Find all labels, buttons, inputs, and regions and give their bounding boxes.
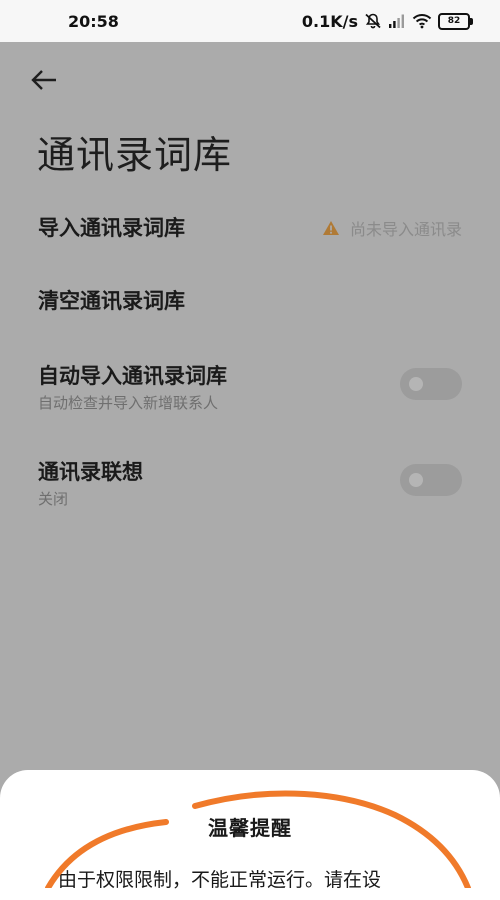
reminder-dialog: 温馨提醒 由于权限限制，不能正常运行。请在设 bbox=[0, 770, 500, 900]
contact-association-label: 通讯录联想 bbox=[38, 460, 143, 484]
toggle-knob bbox=[409, 377, 423, 391]
page-title: 通讯录词库 bbox=[37, 133, 233, 177]
clear-dictionary-row[interactable]: 清空通讯录词库 bbox=[38, 287, 462, 323]
back-button[interactable] bbox=[30, 62, 76, 98]
auto-import-label: 自动导入通讯录词库 bbox=[38, 364, 227, 388]
status-bar: 20:58 0.1K/s 82 bbox=[0, 0, 500, 42]
mute-icon bbox=[364, 12, 382, 30]
arrow-left-icon bbox=[31, 70, 56, 90]
dialog-title: 温馨提醒 bbox=[208, 816, 292, 840]
status-time: 20:58 bbox=[68, 11, 119, 31]
battery-level: 82 bbox=[447, 15, 461, 26]
status-icons: 0.1K/s 82 bbox=[301, 11, 473, 31]
settings-page: 通讯录词库 导入通讯录词库 尚未导入通讯录 清空通讯录词库 自动导入通讯录词库 … bbox=[0, 42, 500, 888]
signal-icon bbox=[388, 13, 406, 29]
contact-association-subtitle: 关闭 bbox=[38, 490, 69, 508]
warning-icon bbox=[322, 221, 339, 235]
import-contacts-row[interactable]: 导入通讯录词库 尚未导入通讯录 bbox=[38, 214, 462, 250]
contact-association-row[interactable]: 通讯录联想 关闭 bbox=[38, 458, 462, 514]
battery-icon: 82 bbox=[438, 12, 473, 30]
import-status-text: 尚未导入通讯录 bbox=[349, 220, 462, 239]
network-speed: 0.1K/s bbox=[301, 11, 358, 31]
wifi-icon bbox=[412, 13, 432, 29]
toggle-knob bbox=[409, 473, 423, 487]
clear-dictionary-label: 清空通讯录词库 bbox=[38, 289, 185, 313]
contact-association-toggle[interactable] bbox=[400, 464, 462, 496]
import-status: 尚未导入通讯录 bbox=[322, 214, 462, 242]
auto-import-subtitle: 自动检查并导入新增联系人 bbox=[38, 394, 219, 412]
auto-import-toggle[interactable] bbox=[400, 368, 462, 400]
auto-import-row[interactable]: 自动导入通讯录词库 自动检查并导入新增联系人 bbox=[38, 362, 462, 418]
